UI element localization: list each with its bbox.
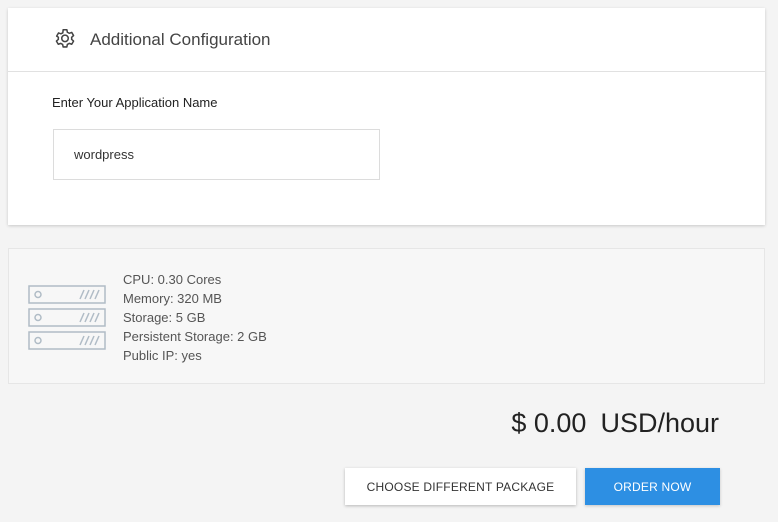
spec-public-ip: Public IP: yes [123,348,202,363]
package-specs: CPU: 0.30 Cores Memory: 320 MB Storage: … [123,270,267,365]
price-display: $ 0.00 USD/hour [511,408,719,439]
spec-persistent-storage: Persistent Storage: 2 GB [123,329,267,344]
additional-configuration-card: Additional Configuration Enter Your Appl… [8,8,765,225]
package-summary-panel: CPU: 0.30 Cores Memory: 320 MB Storage: … [8,248,765,384]
spec-memory: Memory: 320 MB [123,291,222,306]
app-name-input[interactable] [53,129,380,180]
order-now-button[interactable]: ORDER NOW [585,468,720,505]
spec-storage: Storage: 5 GB [123,310,206,325]
card-title: Additional Configuration [90,29,271,49]
price-unit: USD/hour [600,408,719,438]
price-amount: $ 0.00 [511,408,587,438]
app-name-label: Enter Your Application Name [52,95,218,110]
spec-cpu: CPU: 0.30 Cores [123,272,222,287]
gear-icon [52,27,78,53]
server-icon [28,285,108,351]
choose-different-package-button[interactable]: CHOOSE DIFFERENT PACKAGE [345,468,576,505]
card-header: Additional Configuration [8,8,765,72]
